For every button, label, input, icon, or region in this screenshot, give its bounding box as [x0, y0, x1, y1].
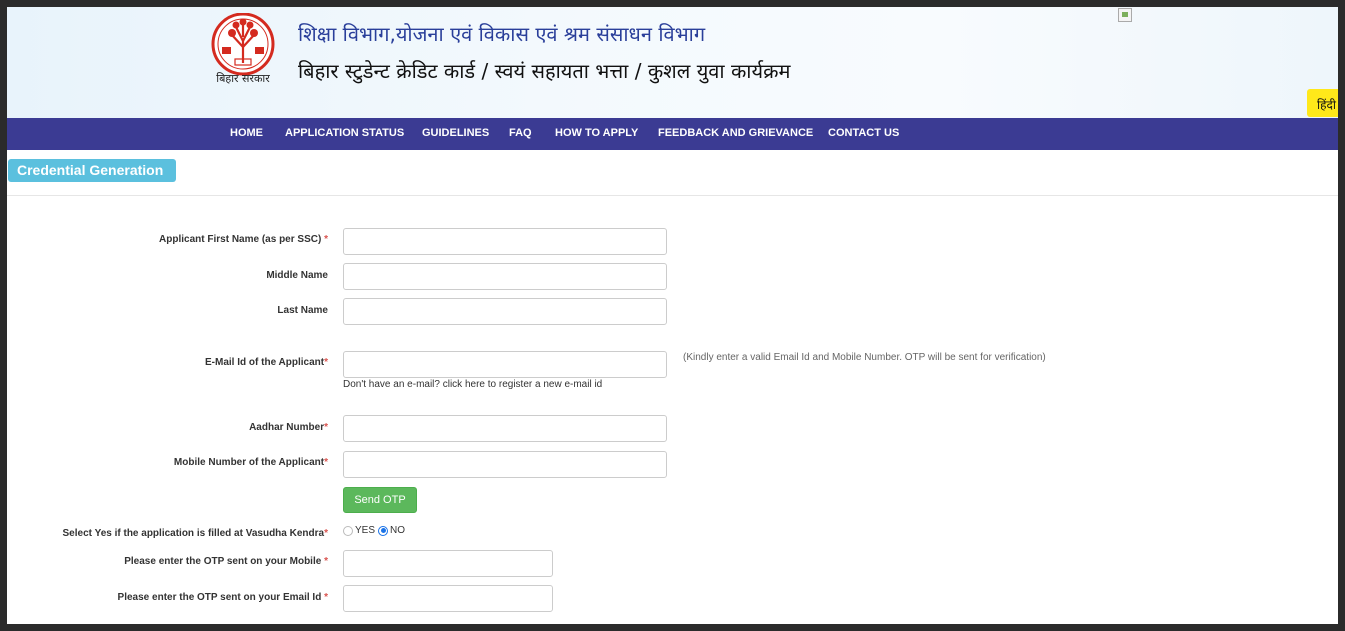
nav-item-application-status[interactable]: APPLICATION STATUS: [285, 127, 404, 139]
last-name-label: Last Name: [277, 305, 328, 316]
section-divider: [7, 195, 1338, 196]
vasudha-kendra-label: Select Yes if the application is filled …: [62, 528, 328, 539]
nav-item-contact-us[interactable]: CONTACT US: [828, 127, 899, 139]
language-toggle-button[interactable]: हिंदी: [1307, 89, 1338, 117]
emblem-caption: बिहार सरकार: [216, 72, 270, 85]
vasudha-no-label: NO: [390, 525, 406, 536]
send-otp-button[interactable]: Send OTP: [343, 487, 417, 513]
otp-mobile-label: Please enter the OTP sent on your Mobile…: [124, 556, 328, 567]
vasudha-kendra-radio-group: YES NO: [343, 525, 408, 536]
required-marker: *: [324, 422, 328, 433]
register-email-link[interactable]: Don't have an e-mail? click here to regi…: [343, 379, 602, 390]
credential-generation-tab: Credential Generation: [8, 159, 176, 182]
mobile-input[interactable]: [343, 451, 667, 478]
nav-item-guidelines[interactable]: GUIDELINES: [422, 127, 489, 139]
required-marker: *: [324, 592, 328, 603]
nav-item-home[interactable]: HOME: [230, 127, 263, 139]
middle-name-label: Middle Name: [266, 270, 328, 281]
browser-viewport: बिहार सरकार शिक्षा विभाग,योजना एवं विकास…: [7, 7, 1338, 624]
otp-email-input[interactable]: [343, 585, 553, 612]
nav-item-how-to-apply[interactable]: HOW TO APPLY: [555, 127, 638, 139]
nav-item-faq[interactable]: FAQ: [509, 127, 532, 139]
required-marker: *: [324, 357, 328, 368]
mobile-label: Mobile Number of the Applicant*: [173, 457, 328, 468]
required-marker: *: [324, 556, 328, 567]
scheme-title: बिहार स्टुडेन्ट क्रेडिट कार्ड / स्वयं सह…: [298, 59, 791, 83]
site-header: बिहार सरकार शिक्षा विभाग,योजना एवं विकास…: [7, 7, 1338, 118]
required-marker: *: [324, 528, 328, 539]
email-verification-note: (Kindly enter a valid Email Id and Mobil…: [683, 352, 1046, 363]
aadhar-label: Aadhar Number*: [249, 422, 328, 433]
department-title: शिक्षा विभाग,योजना एवं विकास एवं श्रम सं…: [298, 22, 706, 46]
required-marker: *: [324, 234, 328, 245]
vasudha-no-radio[interactable]: [378, 525, 389, 536]
email-label: E-Mail Id of the Applicant*: [205, 357, 328, 368]
otp-email-label: Please enter the OTP sent on your Email …: [117, 592, 328, 603]
required-marker: *: [324, 457, 328, 468]
middle-name-input[interactable]: [343, 263, 667, 290]
otp-mobile-input[interactable]: [343, 550, 553, 577]
vasudha-yes-radio[interactable]: [343, 525, 353, 536]
nav-item-feedback-and-grievance[interactable]: FEEDBACK AND GRIEVANCE: [658, 127, 813, 139]
first-name-input[interactable]: [343, 228, 667, 255]
vasudha-yes-label: YES: [355, 525, 376, 536]
first-name-label: Applicant First Name (as per SSC) *: [159, 234, 328, 245]
aadhar-input[interactable]: [343, 415, 667, 442]
last-name-input[interactable]: [343, 298, 667, 325]
broken-image-icon: [1118, 8, 1132, 22]
email-input[interactable]: [343, 351, 667, 378]
main-navigation: HOME APPLICATION STATUS GUIDELINES FAQ H…: [7, 118, 1338, 150]
